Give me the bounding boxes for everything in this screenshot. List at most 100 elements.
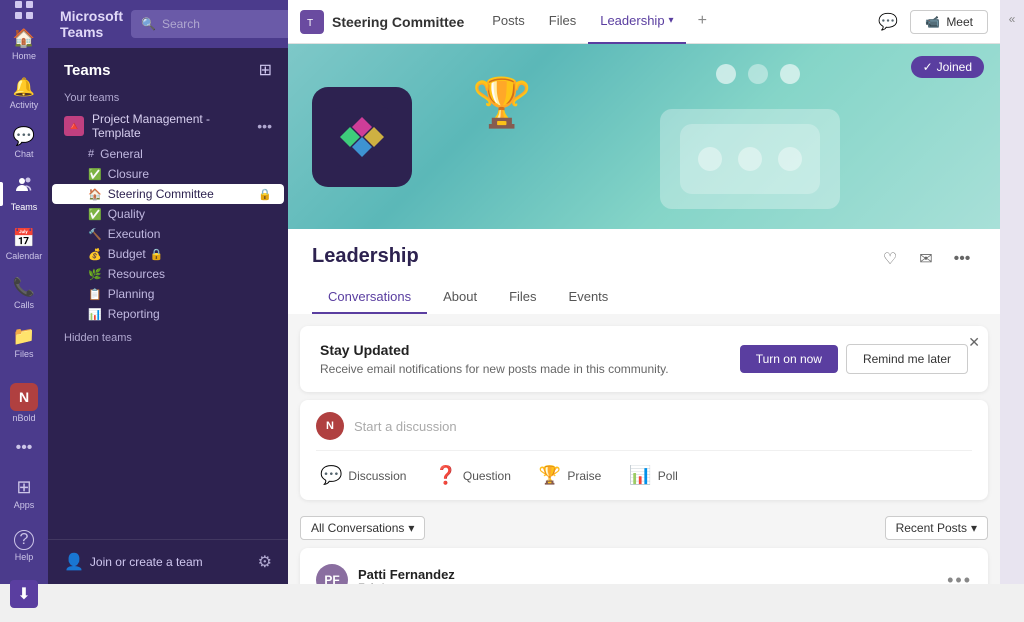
close-notification-button[interactable]: ✕ <box>968 334 980 351</box>
joined-badge: ✓ Joined <box>911 56 984 78</box>
leadership-tab-conversations[interactable]: Conversations <box>312 281 427 314</box>
sidebar-item-teams[interactable]: Teams <box>0 167 48 220</box>
discussion-action-praise[interactable]: 🏆 Praise <box>535 463 605 488</box>
heart-icon[interactable]: ♡ <box>876 245 904 273</box>
channel-reporting[interactable]: 📊 Reporting <box>52 304 284 324</box>
team-pm-more[interactable]: ••• <box>257 118 272 134</box>
meet-button[interactable]: 📹 Meet <box>910 10 988 34</box>
leadership-tab-about[interactable]: About <box>427 281 493 314</box>
channel-closure[interactable]: ✅ Closure <box>52 164 284 184</box>
chevron-down-icon: ▾ <box>971 521 977 535</box>
search-icon: 🔍 <box>141 17 156 31</box>
email-icon[interactable]: ✉ <box>912 245 940 273</box>
leadership-tab-files[interactable]: Files <box>493 281 552 314</box>
channel-resources-label: Resources <box>108 267 165 281</box>
channel-execution[interactable]: 🔨 Execution <box>52 224 284 244</box>
channel-resources[interactable]: 🌿 Resources <box>52 264 284 284</box>
more-dots-icon: ••• <box>16 439 33 457</box>
remind-later-button[interactable]: Remind me later <box>846 344 968 374</box>
channel-tab-leadership[interactable]: Leadership ▾ <box>588 0 685 44</box>
download-icon: ⬇ <box>10 580 38 608</box>
chat-bubble-decoration <box>660 109 840 209</box>
home-icon: 🏠 <box>13 28 35 49</box>
channel-tab-add[interactable]: + <box>686 0 719 44</box>
teams-panel-title: Teams <box>64 62 110 79</box>
sidebar-item-activity-label: Activity <box>10 100 39 110</box>
turn-on-button[interactable]: Turn on now <box>740 345 838 373</box>
video-icon: 📹 <box>925 15 940 29</box>
leadership-tab-events[interactable]: Events <box>553 281 625 314</box>
channel-closure-label: Closure <box>108 167 149 181</box>
channel-quality-icon: ✅ <box>88 208 102 221</box>
channel-execution-label: Execution <box>108 227 161 241</box>
leadership-actions: ♡ ✉ ••• <box>876 245 976 273</box>
sidebar-item-home-label: Home <box>12 51 36 61</box>
channel-budget-icon: 💰 <box>88 248 102 261</box>
settings-icon[interactable]: ⚙ <box>258 552 272 572</box>
channel-steering-committee[interactable]: 🏠 Steering Committee 🔒 <box>52 184 284 204</box>
channel-bar: T Steering Committee Posts Files Leaders… <box>288 0 1000 44</box>
channel-budget[interactable]: 💰 Budget 🔒 <box>52 244 284 264</box>
sidebar-item-apps[interactable]: ⊞ Apps <box>10 469 38 518</box>
sidebar-item-download[interactable]: ⬇ <box>10 574 38 614</box>
poll-icon: 📊 <box>629 465 651 486</box>
stay-updated-text: Stay Updated Receive email notifications… <box>320 342 669 376</box>
join-team-label: Join or create a team <box>90 555 203 569</box>
post-more-menu[interactable]: ••• <box>947 570 972 585</box>
chat-bubble-button[interactable]: 💬 <box>874 8 902 36</box>
channel-planning-label: Planning <box>108 287 155 301</box>
teams-panel: Microsoft Teams 🔍 ••• PF Teams ⊞ Your te… <box>48 0 288 584</box>
join-team-button[interactable]: 👤 Join or create a team <box>64 552 203 572</box>
channel-general[interactable]: # General <box>52 144 284 164</box>
sidebar-item-nbold[interactable]: N nBold <box>0 375 48 431</box>
content-area: 🏆 ✓ Joined <box>288 44 1000 584</box>
sidebar-item-chat[interactable]: 💬 Chat <box>0 118 48 167</box>
app-grid-button[interactable] <box>0 0 48 20</box>
discussion-actions: 💬 Discussion ❓ Question 🏆 Praise 📊 Poll <box>316 463 972 488</box>
banner-icon <box>312 87 412 187</box>
post-user-info: Patti Fernandez Feb 1 <box>358 567 455 585</box>
leadership-title: Leadership <box>312 245 419 268</box>
discussion-action-poll[interactable]: 📊 Poll <box>625 463 681 488</box>
discussion-action-question[interactable]: ❓ Question <box>430 463 514 488</box>
leadership-header: Leadership ♡ ✉ ••• Conversations About F… <box>288 229 1000 314</box>
all-conversations-filter[interactable]: All Conversations ▾ <box>300 516 425 540</box>
channel-banner: 🏆 ✓ Joined <box>288 44 1000 229</box>
channel-reporting-icon: 📊 <box>88 308 102 321</box>
discussion-action-discussion[interactable]: 💬 Discussion <box>316 463 410 488</box>
sidebar-item-activity[interactable]: 🔔 Activity <box>0 69 48 118</box>
sidebar-item-calls[interactable]: 📞 Calls <box>0 269 48 318</box>
sidebar-item-help[interactable]: ? Help <box>10 522 38 570</box>
teams-filter-icon[interactable]: ⊞ <box>259 60 272 80</box>
topbar: Microsoft Teams 🔍 ••• PF <box>48 0 288 48</box>
icon-sidebar: 🏠 Home 🔔 Activity 💬 Chat Teams 📅 Calenda… <box>0 0 48 584</box>
team-pm-icon: 🔺 <box>64 116 84 136</box>
channel-tab-posts[interactable]: Posts <box>480 0 537 44</box>
trophy-decoration: 🏆 <box>472 74 532 131</box>
collapse-panel[interactable]: « <box>1000 0 1024 584</box>
sidebar-item-more[interactable]: ••• <box>10 431 38 465</box>
channel-quality-label: Quality <box>108 207 145 221</box>
channel-planning[interactable]: 📋 Planning <box>52 284 284 304</box>
sidebar-item-files[interactable]: 📁 Files <box>0 318 48 367</box>
hidden-teams-label: Hidden teams <box>52 324 284 348</box>
channel-quality[interactable]: ✅ Quality <box>52 204 284 224</box>
sidebar-item-home[interactable]: 🏠 Home <box>0 20 48 69</box>
teams-panel-header: Teams ⊞ <box>48 48 288 88</box>
more-actions-icon[interactable]: ••• <box>948 245 976 273</box>
sidebar-item-calendar-label: Calendar <box>6 251 43 261</box>
chevron-down-icon: ▾ <box>408 521 414 535</box>
sidebar-item-calendar[interactable]: 📅 Calendar <box>0 220 48 269</box>
channel-resources-icon: 🌿 <box>88 268 102 281</box>
start-discussion-input[interactable]: Start a discussion <box>354 419 457 434</box>
calls-icon: 📞 <box>13 277 35 298</box>
recent-posts-filter[interactable]: Recent Posts ▾ <box>885 516 988 540</box>
channel-tab-files[interactable]: Files <box>537 0 588 44</box>
post-author-avatar: PF <box>316 564 348 584</box>
start-discussion-top: N Start a discussion <box>316 412 972 451</box>
post-author-name: Patti Fernandez <box>358 567 455 582</box>
team-project-management[interactable]: 🔺 Project Management - Template ••• <box>52 108 284 144</box>
calendar-icon: 📅 <box>13 228 35 249</box>
your-teams-label: Your teams <box>52 88 284 108</box>
sidebar-bottom: ••• ⊞ Apps ? Help ⬇ <box>10 431 38 622</box>
